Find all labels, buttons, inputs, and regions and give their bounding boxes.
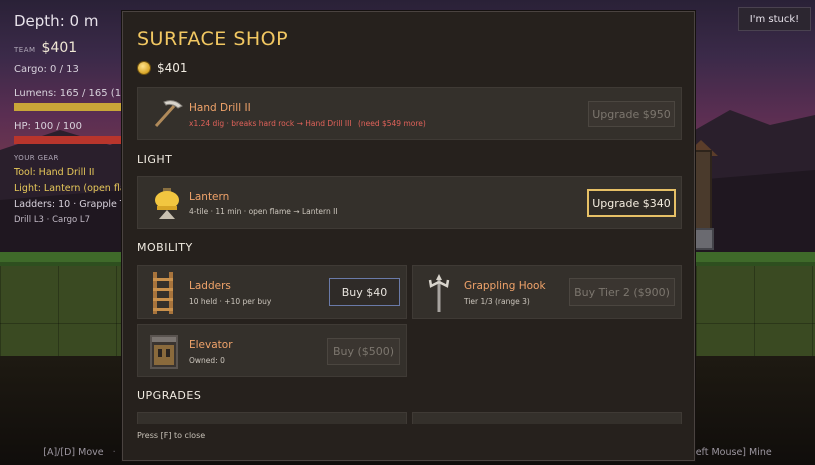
- im-stuck-button[interactable]: I'm stuck!: [738, 7, 811, 31]
- team-label: TEAM: [14, 46, 36, 54]
- ladders-buy-button[interactable]: Buy $40: [329, 278, 400, 306]
- gear-tool: Tool: Hand Drill II: [14, 167, 95, 178]
- drill-desc-main: x1.24 dig · breaks hard rock → Hand Dril…: [189, 119, 352, 128]
- lantern-name: Lantern: [189, 191, 230, 203]
- grappling-hook-card: Grappling Hook Tier 1/3 (range 3) Buy Ti…: [412, 265, 682, 319]
- player-hud: Depth: 0 m TEAM $401 Cargo: 0 / 13 Lumen…: [0, 0, 138, 240]
- upgrades-section-title: UPGRADES: [137, 389, 202, 402]
- elevator-desc: Owned: 0: [189, 356, 225, 365]
- shop-money: $401: [138, 61, 188, 75]
- lumens-bar-fill: [14, 103, 124, 111]
- elevator-buy-button[interactable]: Buy ($500): [327, 338, 400, 365]
- surface-shop-modal: SURFACE SHOP $401 Hand Drill II x1.24 di…: [122, 11, 695, 461]
- grappling-hook-icon: [428, 274, 450, 312]
- elevator-card: Elevator Owned: 0 Buy ($500): [137, 324, 407, 377]
- gear-title: YOUR GEAR: [14, 154, 59, 162]
- hp-bar-fill: [14, 136, 124, 144]
- elevator-icon: [150, 335, 178, 369]
- light-section-title: LIGHT: [137, 153, 173, 166]
- lantern-icon: [155, 188, 179, 219]
- lumens-bar: [14, 103, 124, 111]
- hp-bar: [14, 136, 124, 144]
- gear-light: Light: Lantern (open fla: [14, 183, 126, 194]
- hint-separator: ·: [112, 447, 116, 458]
- grapple-name: Grappling Hook: [464, 280, 546, 292]
- drill-card: Hand Drill II x1.24 dig · breaks hard ro…: [137, 87, 682, 140]
- cargo-readout: Cargo: 0 / 13: [14, 64, 79, 75]
- grapple-desc: Tier 1/3 (range 3): [464, 297, 530, 306]
- close-hint: Press [F] to close: [137, 431, 206, 440]
- ladders-desc: 10 held · +10 per buy: [189, 297, 272, 306]
- lumens-readout: Lumens: 165 / 165 (11:0: [14, 88, 138, 99]
- drill-upgrade-button[interactable]: Upgrade $950: [588, 101, 675, 127]
- elevator-name: Elevator: [189, 339, 233, 351]
- grapple-buy-button[interactable]: Buy Tier 2 ($900): [569, 278, 675, 306]
- shop-title: SURFACE SHOP: [137, 28, 289, 50]
- hp-readout: HP: 100 / 100: [14, 121, 82, 132]
- ladder-icon: [153, 272, 173, 314]
- team-money: TEAM $401: [14, 40, 122, 56]
- lantern-desc: 4-tile · 11 min · open flame → Lantern I…: [189, 207, 338, 216]
- depth-readout: Depth: 0 m: [14, 12, 99, 30]
- gear-levels: Drill L3 · Cargo L7: [14, 215, 91, 225]
- lantern-card: Lantern 4-tile · 11 min · open flame → L…: [137, 176, 682, 229]
- drill-name: Hand Drill II: [189, 102, 251, 114]
- modal-footer: [123, 424, 694, 460]
- lantern-upgrade-button[interactable]: Upgrade $340: [587, 189, 676, 217]
- shop-money-value: $401: [157, 61, 188, 75]
- pickaxe-drill-icon: [154, 100, 183, 128]
- control-hint: [Left Mouse] Mine: [686, 447, 772, 458]
- coin-icon: [138, 62, 150, 74]
- ladders-name: Ladders: [189, 280, 231, 292]
- gear-ladders: Ladders: 10 · Grapple T1: [14, 199, 132, 210]
- mobility-section-title: MOBILITY: [137, 241, 193, 254]
- drill-desc: x1.24 dig · breaks hard rock → Hand Dril…: [189, 119, 426, 128]
- team-money-value: $401: [41, 40, 78, 56]
- ladders-card: Ladders 10 held · +10 per buy Buy $40: [137, 265, 407, 319]
- drill-desc-warning: (need $549 more): [357, 119, 426, 128]
- control-hint: [A]/[D] Move: [43, 447, 104, 458]
